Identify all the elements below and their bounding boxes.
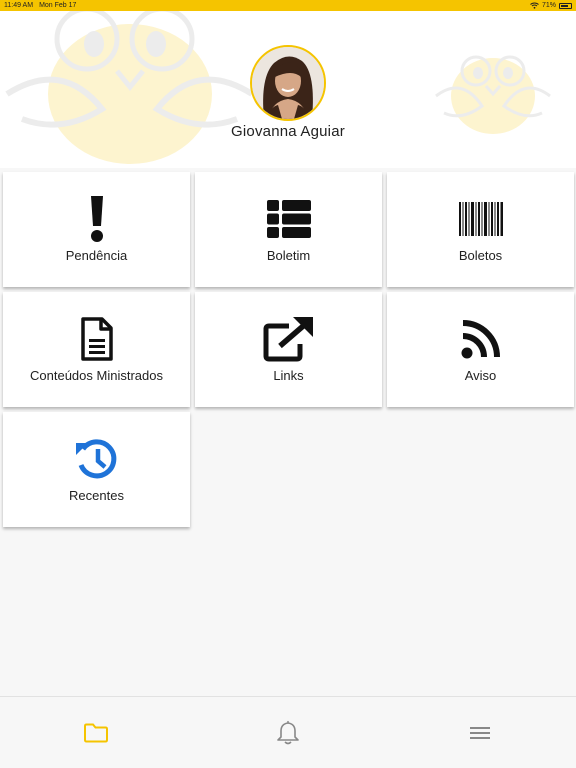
nav-notifications[interactable] [192,697,384,768]
status-indicators: 71% [530,0,572,11]
aviso-tile[interactable]: Aviso [387,292,574,407]
external-link-icon [263,317,313,362]
exclamation-icon [90,196,103,242]
conteudos-label: Conteúdos Ministrados [30,368,163,383]
boletos-tile[interactable]: Boletos [387,172,574,287]
links-tile[interactable]: Links [195,292,382,407]
document-icon [80,317,113,361]
history-icon [75,439,116,479]
bell-icon [277,720,299,745]
battery-percent: 71% [541,2,556,9]
wifi-icon [530,2,539,9]
aviso-label: Aviso [464,368,497,383]
table-list-icon [266,200,311,238]
menu-icon [470,727,490,739]
rss-icon [461,320,500,359]
status-time-date: 11:49 AM Mon Feb 17 [4,0,76,11]
recentes-tile[interactable]: Recentes [3,412,190,527]
status-bar: 11:49 AM Mon Feb 17 71% [0,0,576,11]
links-label: Links [273,368,304,383]
pendencia-label: Pendência [65,248,128,263]
barcode-icon [458,202,503,236]
status-time: 11:49 AM [4,2,34,9]
boletos-label: Boletos [458,248,503,263]
user-name: Giovanna Aguiar [231,123,345,140]
battery-icon [559,2,572,9]
folder-icon [84,723,108,743]
avatar-photo [252,47,324,119]
recentes-label: Recentes [69,488,124,503]
nav-menu[interactable] [384,697,576,768]
boletim-label: Boletim [266,248,311,263]
avatar[interactable] [250,45,326,121]
bottom-nav [0,696,576,768]
nav-folder[interactable] [0,697,192,768]
pendencia-tile[interactable]: Pendência [3,172,190,287]
status-date: Mon Feb 17 [39,2,77,9]
profile-header: Giovanna Aguiar [0,11,576,168]
conteudos-tile[interactable]: Conteúdos Ministrados [3,292,190,407]
boletim-tile[interactable]: Boletim [195,172,382,287]
owl-watermark-left [5,11,254,164]
